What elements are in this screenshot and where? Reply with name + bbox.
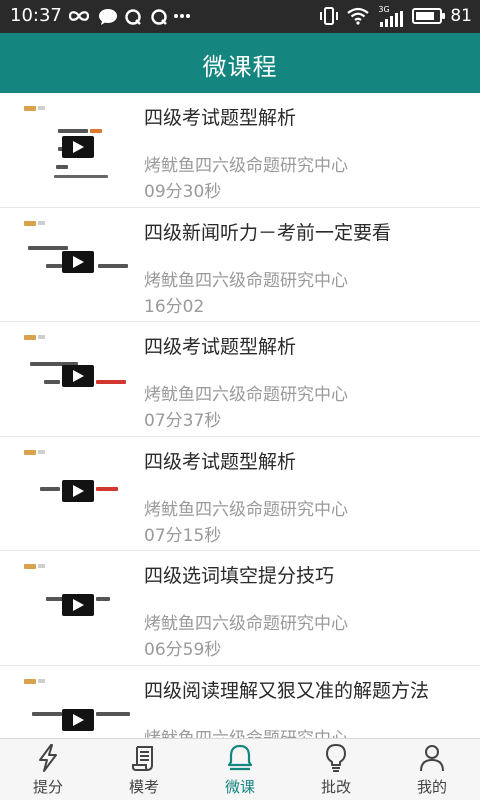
course-source: 烤鱿鱼四六级命题研究中心 <box>144 270 348 291</box>
tab-mokao[interactable]: 模考 <box>96 739 192 800</box>
course-title: 四级阅读理解又狠又准的解题方法 <box>144 679 430 702</box>
play-button[interactable] <box>62 479 94 502</box>
logo <box>24 106 36 111</box>
q-icon <box>151 9 167 25</box>
logo <box>24 220 36 226</box>
wifi-icon <box>347 7 370 25</box>
course-duration: 07分15秒 <box>144 525 222 546</box>
status-bar: 10:37 3G 81 <box>0 0 480 33</box>
status-time: 10:37 <box>10 5 62 26</box>
course-duration: 07分37秒 <box>144 411 222 431</box>
logo <box>24 678 36 684</box>
course-list[interactable]: 四级考试题型解析 烤鱿鱼四六级命题研究中心 09分30秒 四级新闻听力－考前一定… <box>0 93 480 738</box>
play-button[interactable] <box>62 594 94 616</box>
tab-label: 我的 <box>416 778 447 796</box>
list-item[interactable]: 四级阅读理解又狠又准的解题方法 烤鱿鱼四六级命题研究中心 <box>0 666 480 739</box>
chat-bubble-icon <box>99 9 117 25</box>
q-icon <box>125 9 141 25</box>
course-title: 四级考试题型解析 <box>144 107 297 129</box>
course-title: 四级选词填空提分技巧 <box>144 565 335 587</box>
play-icon <box>73 255 84 268</box>
bell-icon <box>227 744 253 771</box>
course-source: 烤鱿鱼四六级命题研究中心 <box>144 724 348 739</box>
scroll-icon <box>132 746 153 771</box>
course-title: 四级考试题型解析 <box>144 450 297 473</box>
play-icon <box>73 370 84 382</box>
course-source: 烤鱿鱼四六级命题研究中心 <box>144 385 348 405</box>
logo <box>24 564 36 569</box>
video-thumbnail[interactable] <box>20 561 136 651</box>
bottom-nav: 提分 模考 微课 批改 我的 <box>0 738 480 800</box>
page-title: 微课程 <box>202 53 278 81</box>
course-duration: 09分30秒 <box>144 182 222 202</box>
app-bar: 微课程 <box>0 33 480 93</box>
course-duration: 06分59秒 <box>144 640 222 660</box>
list-item[interactable]: 四级考试题型解析 烤鱿鱼四六级命题研究中心 07分15秒 <box>0 437 480 551</box>
tab-tifen[interactable]: 提分 <box>0 739 96 800</box>
lightning-icon <box>39 744 57 772</box>
course-title: 四级新闻听力－考前一定要看 <box>144 221 392 244</box>
course-source: 烤鱿鱼四六级命题研究中心 <box>144 156 348 176</box>
tab-label: 提分 <box>32 778 63 796</box>
course-source: 烤鱿鱼四六级命题研究中心 <box>144 499 348 520</box>
logo <box>24 449 36 455</box>
video-thumbnail[interactable] <box>20 217 136 308</box>
more-dots-icon <box>174 14 190 18</box>
list-item[interactable]: 四级考试题型解析 烤鱿鱼四六级命题研究中心 09分30秒 <box>0 93 480 208</box>
play-icon <box>73 599 84 611</box>
battery-percent: 81 <box>450 6 472 26</box>
video-thumbnail[interactable] <box>20 332 136 422</box>
signal-indicator: 3G <box>378 5 404 27</box>
course-source: 烤鱿鱼四六级命题研究中心 <box>144 614 348 634</box>
person-icon <box>420 745 444 772</box>
play-button[interactable] <box>62 708 94 731</box>
signal-icon <box>380 11 404 27</box>
tab-pigai[interactable]: 批改 <box>288 739 384 800</box>
list-item[interactable]: 四级选词填空提分技巧 烤鱿鱼四六级命题研究中心 06分59秒 <box>0 551 480 666</box>
tab-label: 批改 <box>320 778 351 796</box>
infinity-icon <box>68 11 90 21</box>
list-item[interactable]: 四级考试题型解析 烤鱿鱼四六级命题研究中心 07分37秒 <box>0 322 480 437</box>
play-button[interactable] <box>62 250 94 273</box>
play-icon <box>73 141 84 153</box>
list-item[interactable]: 四级新闻听力－考前一定要看 烤鱿鱼四六级命题研究中心 16分02 <box>0 208 480 322</box>
lightbulb-icon <box>326 744 346 772</box>
course-title: 四级考试题型解析 <box>144 336 297 358</box>
vibrate-icon <box>320 7 339 25</box>
play-button[interactable] <box>62 365 94 387</box>
play-icon <box>73 484 84 497</box>
play-icon <box>73 713 84 726</box>
play-button[interactable] <box>62 136 94 158</box>
video-thumbnail[interactable] <box>20 675 136 738</box>
video-thumbnail[interactable] <box>20 103 136 193</box>
tab-weike[interactable]: 微课 <box>192 739 288 800</box>
course-duration: 16分02 <box>144 296 205 317</box>
tab-label: 微课 <box>224 778 255 796</box>
tab-label: 模考 <box>128 778 159 796</box>
battery-icon <box>412 8 446 24</box>
tab-wode[interactable]: 我的 <box>384 739 480 800</box>
logo <box>24 335 36 340</box>
video-thumbnail[interactable] <box>20 446 136 537</box>
